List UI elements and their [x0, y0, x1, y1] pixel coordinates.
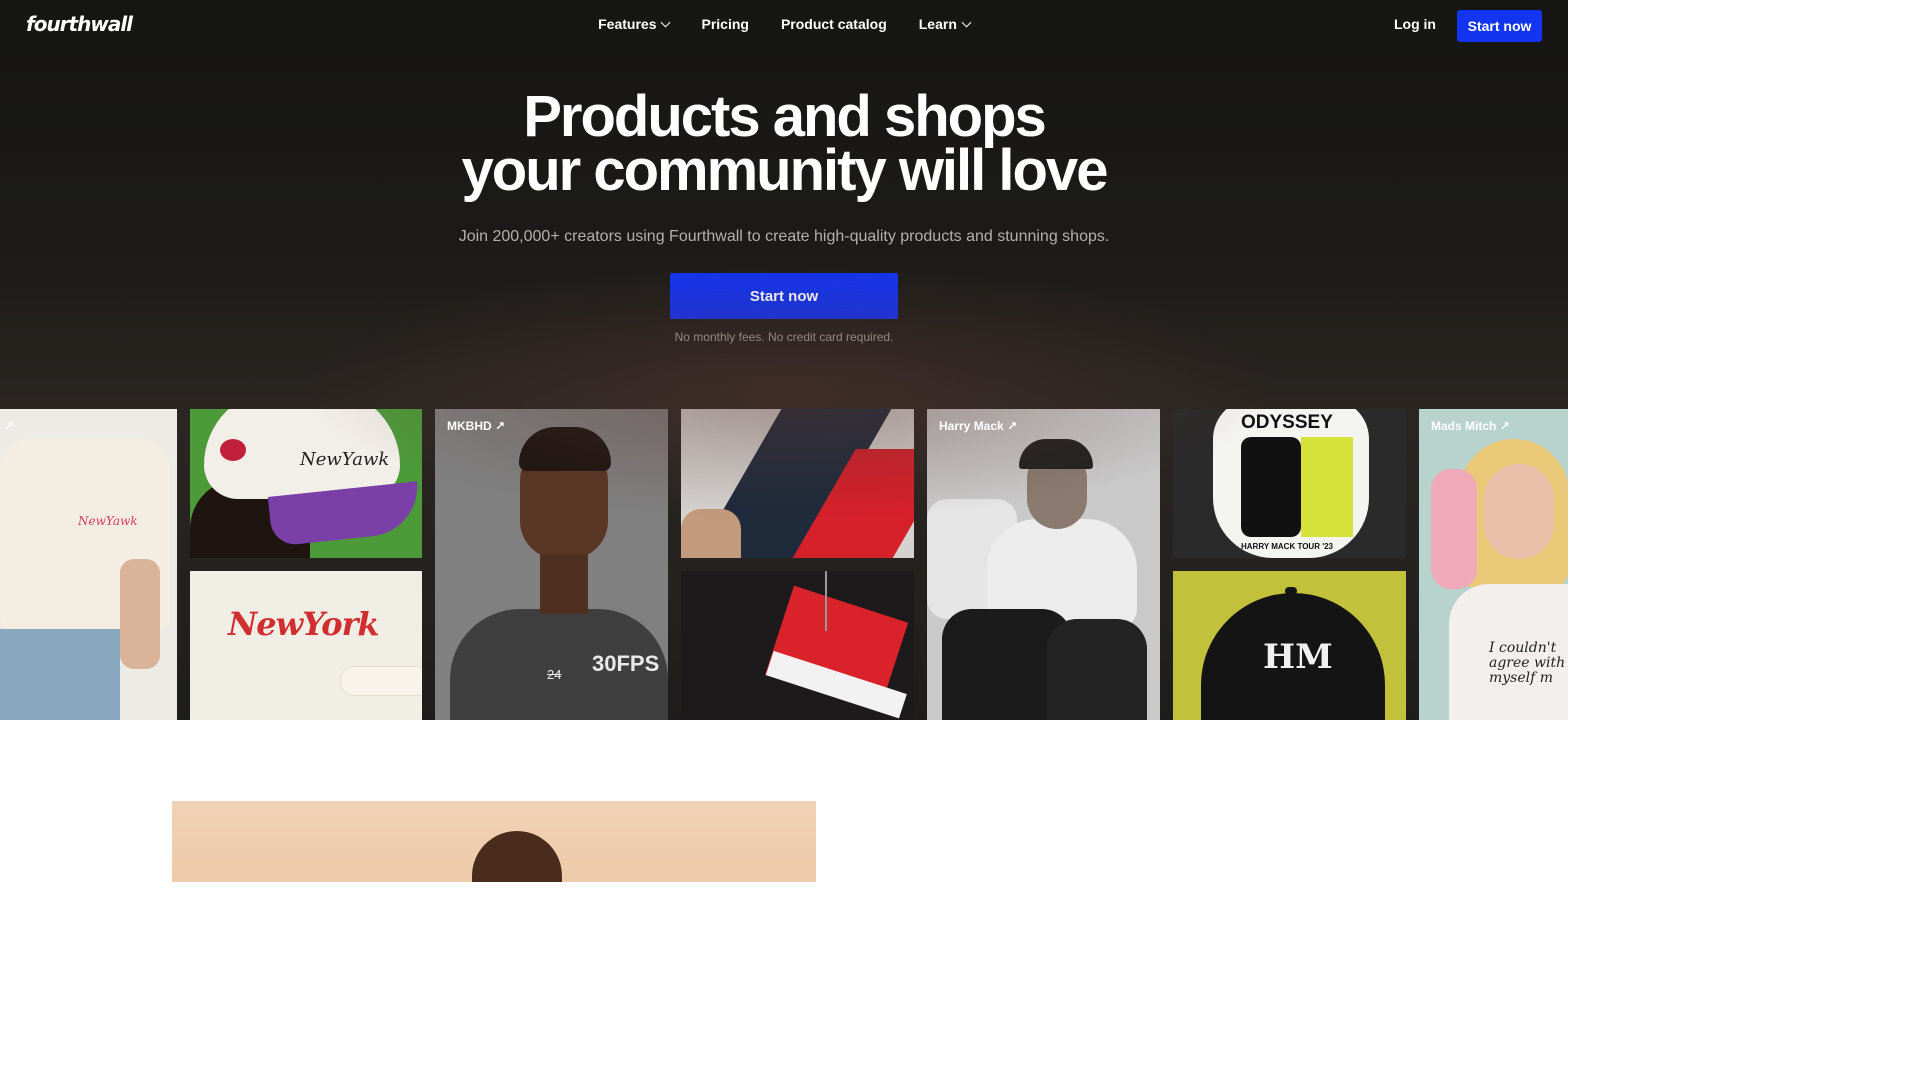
hoodie-caption: HARRY MACK TOUR '23 — [1241, 542, 1333, 551]
nav-features[interactable]: Features — [598, 16, 671, 32]
nav-links: Features Pricing Product catalog Learn — [0, 16, 1568, 32]
nav-pricing[interactable]: Pricing — [701, 16, 748, 32]
hoodie-graphic-yellow — [1301, 437, 1353, 537]
gallery-tile-graphic-tee[interactable] — [681, 409, 914, 558]
top-navigation: fourthwall Features Pricing Product cata… — [0, 0, 1568, 50]
chevron-down-icon — [661, 17, 671, 27]
nav-learn[interactable]: Learn — [918, 16, 972, 32]
gallery-tile-mkbhd[interactable]: MKBHD ↗ 24 30FPS — [435, 409, 668, 720]
tee-strike-text: 24 — [547, 667, 562, 682]
creator-name: Mads Mitch — [1431, 419, 1497, 433]
gallery-tile-hm-cap[interactable]: HM — [1173, 571, 1406, 720]
hair — [519, 427, 611, 471]
string — [825, 571, 827, 631]
shirt-text: I couldn't agree with myself m — [1489, 640, 1566, 686]
gallery-tile-sweater[interactable]: NewYork — [190, 571, 422, 720]
pants-right — [1047, 619, 1147, 720]
login-link[interactable]: Log in — [1394, 16, 1436, 32]
hero-subheadline: Join 200,000+ creators using Fourthwall … — [458, 228, 1110, 245]
headline-line-1: Products and shops — [523, 84, 1047, 149]
jeans — [0, 629, 120, 720]
hair — [472, 831, 562, 882]
creator-label-harry-mack[interactable]: Harry Mack ↗ — [939, 419, 1017, 433]
cap-button — [1285, 587, 1297, 595]
arm — [120, 559, 160, 669]
headline-line-2: your community will love — [461, 138, 1109, 203]
arm — [681, 509, 741, 558]
feature-image — [172, 801, 816, 882]
sweater-arm — [340, 666, 422, 696]
phone — [1431, 469, 1477, 589]
face — [1484, 464, 1554, 559]
hoodie-title: ODYSSEY — [1241, 412, 1333, 433]
nav-product-catalog[interactable]: Product catalog — [781, 16, 887, 32]
cap — [1019, 439, 1093, 469]
hero-section: fourthwall Features Pricing Product cata… — [0, 0, 1568, 720]
arrow-up-right-icon: ↗ — [1499, 419, 1510, 433]
cap-patch — [220, 439, 246, 461]
nav-learn-label: Learn — [918, 16, 957, 32]
arrow-up-right-icon: ↗ — [495, 419, 506, 433]
tee-pocket-text: NewYawk — [78, 514, 138, 528]
gallery-tile-cap[interactable]: NewYawk — [190, 409, 422, 558]
sweater-text: NewYork — [228, 605, 380, 643]
chevron-down-icon — [961, 17, 972, 27]
creator-name: Harry Mack — [939, 419, 1004, 433]
gallery-tile-notebook[interactable] — [681, 571, 914, 720]
hero-headline: Products and shops your community will l… — [0, 84, 1568, 203]
arrow-up-right-icon: ↗ — [1007, 419, 1018, 433]
hero-start-now-button[interactable]: Start now — [670, 273, 898, 319]
cap-text: NewYawk — [300, 449, 390, 470]
gallery-tile-tee[interactable]: ↗ NewYawk — [0, 409, 177, 720]
gallery-tile-mads-mitch[interactable]: Mads Mitch ↗ I couldn't agree with mysel… — [1419, 409, 1568, 720]
nav-product-catalog-label: Product catalog — [780, 16, 887, 32]
tee-30fps-text: 30FPS — [592, 651, 660, 676]
hero-note: No monthly fees. No credit card required… — [674, 330, 894, 344]
creator-name: MKBHD — [447, 419, 492, 433]
hoodie-graphic-dark — [1241, 437, 1301, 537]
nav-features-label: Features — [598, 16, 657, 32]
gallery-tile-odyssey[interactable]: ODYSSEY HARRY MACK TOUR '23 — [1173, 409, 1406, 558]
cap-hm-text: HM — [1263, 637, 1333, 677]
neck — [540, 554, 588, 614]
nav-start-now-button[interactable]: Start now — [1457, 10, 1542, 42]
gallery-tile-harry-mack[interactable]: Harry Mack ↗ — [927, 409, 1160, 720]
arrow-up-right-icon: ↗ — [4, 419, 15, 433]
nav-pricing-label: Pricing — [701, 16, 749, 32]
creator-label-mads-mitch[interactable]: Mads Mitch ↗ — [1431, 419, 1510, 433]
creator-label-mkbhd[interactable]: MKBHD ↗ — [447, 419, 505, 433]
